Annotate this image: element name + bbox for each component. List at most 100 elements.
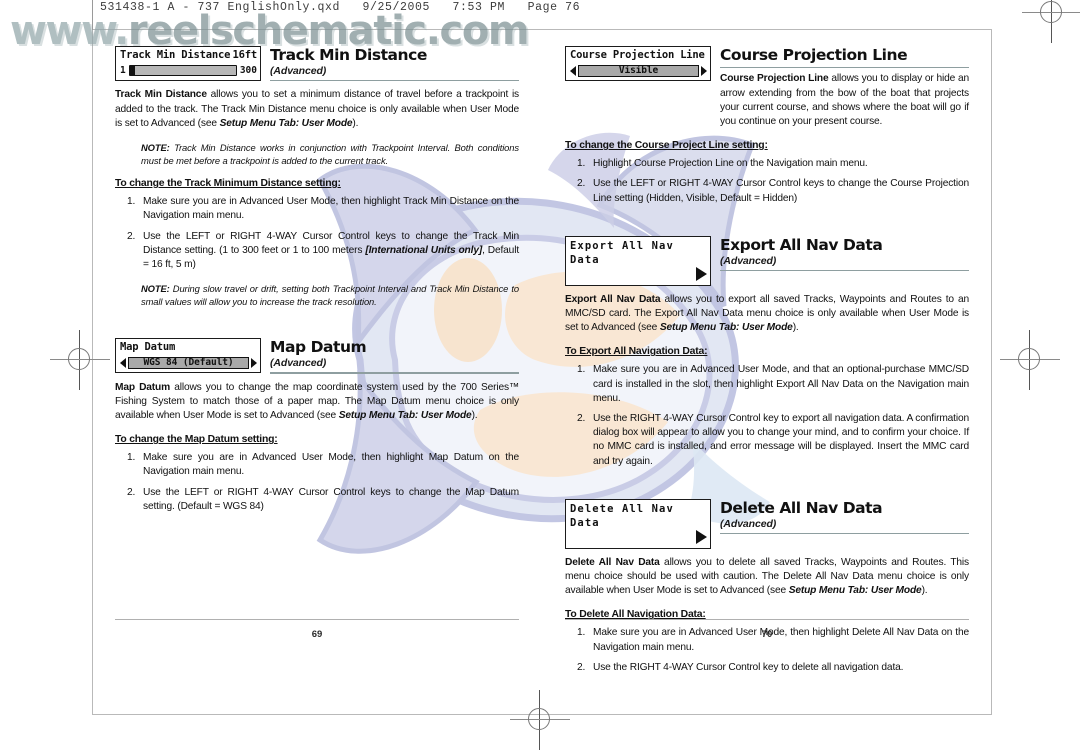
step-item: Make sure you are in Advanced User Mode,… — [127, 195, 519, 222]
procedure-steps: Make sure you are in Advanced User Mode,… — [115, 451, 519, 514]
arrow-right-icon[interactable] — [696, 267, 707, 282]
section-subtitle: (Advanced) — [720, 254, 777, 267]
step-item: Make sure you are in Advanced User Mode,… — [127, 451, 519, 478]
lcd-label: Delete All Nav Data — [570, 502, 674, 529]
arrow-right-icon[interactable] — [696, 530, 707, 545]
section-map-datum: Map Datum WGS 84 (Default) Map Datum (Ad… — [115, 338, 519, 514]
section-intro-paragraph: Delete All Nav Data allows you to delete… — [565, 556, 969, 599]
step-item: Highlight Course Projection Line on the … — [577, 157, 868, 171]
intro-ref: Setup Menu Tab: User Mode — [219, 117, 353, 129]
step-text-emphasis: [International Units only] — [365, 244, 483, 256]
procedure-heading: To Export All Navigation Data: — [565, 346, 708, 358]
intro-bold: Delete All Nav Data — [565, 556, 660, 568]
procedure-steps: Make sure you are in Advanced User Mode,… — [115, 195, 519, 272]
page-footer-right: 70 — [565, 618, 969, 640]
trim-line-bottom — [92, 714, 992, 715]
lcd-min-label: 1 — [120, 65, 126, 76]
section-delete-all-nav-data: Delete All Nav Data Delete All Nav Data … — [565, 498, 969, 675]
note-label: NOTE: — [141, 283, 170, 295]
registration-mark-left — [50, 330, 110, 390]
section-intro-paragraph: Course Projection Line allows you to dis… — [720, 72, 969, 129]
step-item: Use the LEFT or RIGHT 4-WAY Cursor Contr… — [115, 230, 519, 273]
intro-tail: ). — [921, 585, 928, 597]
lcd-slider-track[interactable] — [128, 65, 237, 76]
lcd-value: 16ft — [232, 49, 258, 61]
procedure-heading: To change the Track Minimum Distance set… — [115, 178, 341, 190]
registration-mark-top-right — [1022, 0, 1080, 43]
intro-tail: ). — [471, 410, 478, 421]
section-title: Export All Nav Data — [720, 235, 883, 254]
section-course-projection-line: Course Projection Line Visible Course Pr… — [565, 46, 969, 206]
section-rule — [720, 532, 969, 535]
lcd-widget-delete-all-nav-data[interactable]: Delete All Nav Data — [565, 498, 711, 549]
section-title: Track Min Distance — [270, 46, 427, 64]
section-subtitle: (Advanced) — [720, 517, 777, 530]
section-intro-paragraph: Export All Nav Data allows you to export… — [565, 293, 969, 336]
procedure-steps: Make sure you are in Advanced User Mode,… — [565, 363, 969, 468]
section-subtitle: (Advanced) — [270, 357, 327, 370]
intro-bold: Export All Nav Data — [565, 293, 661, 305]
trim-line-left — [92, 29, 93, 715]
footer-rule — [565, 618, 969, 620]
trim-line-right — [991, 29, 992, 715]
section-title: Map Datum — [270, 338, 367, 357]
step-item: Make sure you are in Advanced User Mode,… — [577, 363, 969, 404]
page-footer-left: 69 — [115, 618, 519, 640]
lcd-label: Track Min Distance — [120, 49, 231, 61]
section-rule — [270, 80, 519, 82]
intro-ref: Setup Menu Tab: User Mode — [659, 322, 793, 334]
note-paragraph-1: NOTE: Track Min Distance works in conjun… — [141, 142, 519, 167]
page-right: Course Projection Line Visible Course Pr… — [565, 46, 969, 686]
note-paragraph-2: NOTE: During slow travel or drift, setti… — [141, 283, 519, 308]
lcd-max-label: 300 — [239, 65, 257, 76]
intro-bold: Map Datum — [115, 381, 171, 393]
note-text: During slow travel or drift, setting bot… — [141, 283, 519, 307]
section-subtitle: (Advanced) — [270, 65, 327, 77]
intro-bold: Track Min Distance — [115, 89, 207, 101]
step-item: Use the RIGHT 4-WAY Cursor Control key t… — [577, 412, 969, 467]
section-export-all-nav-data: Export All Nav Data Export All Nav Data … — [565, 235, 969, 469]
section-rule — [720, 269, 969, 272]
chevron-right-icon[interactable] — [251, 357, 257, 368]
chevron-left-icon[interactable] — [120, 357, 126, 368]
section-rule — [720, 67, 969, 69]
lcd-value[interactable]: Visible — [578, 64, 699, 77]
step-item: Use the LEFT or RIGHT 4-WAY Cursor Contr… — [577, 177, 969, 204]
page-number: 69 — [311, 629, 323, 640]
section-rule — [270, 372, 519, 374]
lcd-widget-export-all-nav-data[interactable]: Export All Nav Data — [565, 235, 711, 286]
step-item: Use the LEFT or RIGHT 4-WAY Cursor Contr… — [127, 486, 519, 512]
lcd-widget-track-min-distance[interactable]: Track Min Distance 16ft 1 300 — [115, 46, 261, 81]
step-item: Use the RIGHT 4-WAY Cursor Control key t… — [577, 661, 904, 675]
registration-mark-bottom-center — [510, 690, 570, 750]
chevron-right-icon[interactable] — [701, 65, 707, 76]
intro-ref: Setup Menu Tab: User Mode — [788, 585, 922, 597]
footer-rule — [115, 618, 519, 620]
lcd-value[interactable]: WGS 84 (Default) — [128, 356, 249, 369]
procedure-heading: To change the Map Datum setting: — [115, 434, 278, 446]
section-intro-paragraph: Track Min Distance allows you to set a m… — [115, 88, 519, 131]
lcd-label: Course Projection Line — [570, 49, 705, 61]
intro-tail: ). — [352, 117, 359, 129]
intro-bold: Course Projection Line — [720, 73, 829, 85]
lcd-label: Export All Nav Data — [570, 239, 674, 266]
lcd-slider-thumb[interactable] — [129, 65, 135, 76]
section-intro-paragraph: Map Datum allows you to change the map c… — [115, 381, 519, 424]
procedure-steps: Highlight Course Projection Line on the … — [565, 157, 969, 206]
note-text: Track Min Distance works in conjunction … — [141, 141, 519, 166]
note-label: NOTE: — [141, 141, 170, 153]
lcd-label: Map Datum — [120, 341, 176, 354]
lcd-widget-course-projection-line[interactable]: Course Projection Line Visible — [565, 46, 711, 81]
page-left: Track Min Distance 16ft 1 300 Track Min … — [115, 46, 519, 686]
section-title: Delete All Nav Data — [720, 498, 883, 517]
page-number: 70 — [761, 629, 773, 640]
registration-mark-right — [1000, 330, 1060, 390]
lcd-widget-map-datum[interactable]: Map Datum WGS 84 (Default) — [115, 338, 261, 374]
chevron-left-icon[interactable] — [570, 65, 576, 76]
intro-ref: Setup Menu Tab: User Mode — [338, 410, 472, 421]
intro-tail: ). — [792, 322, 799, 334]
section-title: Course Projection Line — [720, 46, 908, 64]
